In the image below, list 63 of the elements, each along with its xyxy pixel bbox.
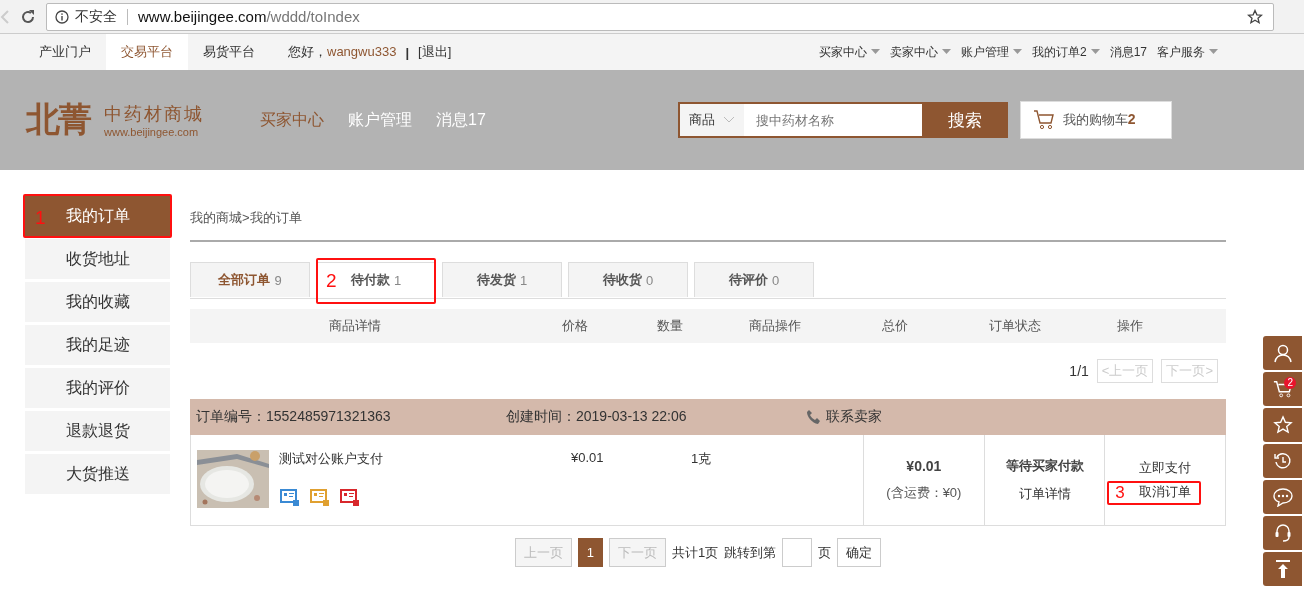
column-header: 商品详情 xyxy=(328,317,382,335)
product-name[interactable]: 测试对公账户支付 xyxy=(279,450,479,468)
price-text: ¥0.01 xyxy=(571,450,605,467)
column-header: 商品操作 xyxy=(748,317,802,335)
greeting-text: 您好，wangwu333 xyxy=(288,43,397,61)
cart-button[interactable]: 我的购物车2 xyxy=(1019,101,1172,139)
top-menu[interactable]: 客户服务 xyxy=(1157,43,1218,61)
annotation-number: 1 xyxy=(35,208,46,227)
logout-link[interactable]: [退出] xyxy=(418,43,452,61)
top-menu[interactable]: 买家中心 xyxy=(818,43,880,61)
top-link[interactable]: 产业门户 xyxy=(24,34,106,70)
security-label: 不安全 xyxy=(75,7,117,26)
column-header: 数量 xyxy=(656,317,684,335)
sidebar-item[interactable]: 我的评价 xyxy=(25,368,170,408)
sidebar-item[interactable]: 我的收藏 xyxy=(25,282,170,322)
top-link[interactable]: 交易平台 xyxy=(106,34,188,70)
address-bar[interactable]: 不安全 www.beijingee.com/wddd/toIndex xyxy=(46,2,1274,31)
sidebar-item[interactable]: 我的足迹 xyxy=(25,325,170,365)
top-menu[interactable]: 消息17 xyxy=(1109,43,1147,61)
jump-label: 跳转到第 xyxy=(724,543,777,562)
column-header: 总价 xyxy=(881,317,909,335)
column-header: 操作 xyxy=(1116,317,1144,335)
shipping-text: (含运费：¥0) xyxy=(886,484,962,502)
logo-name: 中药材商城 xyxy=(104,103,204,126)
annotation-number: 2 xyxy=(326,271,337,290)
tab[interactable]: 待评价 0 xyxy=(694,262,814,297)
confirm-button[interactable]: 确定 xyxy=(837,538,882,567)
order-number: 订单编号：1552485971321363 xyxy=(196,408,392,426)
separator-text: | xyxy=(405,44,410,60)
column-header: 价格 xyxy=(561,317,589,335)
page-number-button[interactable]: 1 xyxy=(577,538,603,567)
order-created: 创建时间：2019-03-13 22:06 xyxy=(506,408,688,426)
annotation-number: 3 xyxy=(1115,484,1125,501)
top-menu[interactable]: 账户管理 xyxy=(960,43,1022,61)
logo-url: www.beijingee.com xyxy=(104,126,200,138)
sidebar-item[interactable]: 退款退货 xyxy=(25,411,170,451)
category-dropdown[interactable]: 商品 xyxy=(677,102,744,138)
search-button[interactable]: 搜索 xyxy=(921,102,1008,138)
order-action-link[interactable]: 取消订单 xyxy=(1139,484,1192,499)
sidebar-item[interactable]: 收货地址 xyxy=(25,239,170,279)
cart-button[interactable]: 2 xyxy=(1263,372,1302,406)
cart-count-badge: 2 xyxy=(1284,377,1296,389)
url-text: www.beijingee.com/wddd/toIndex xyxy=(138,8,360,25)
tab[interactable]: 待收货 0 xyxy=(568,262,688,297)
order-detail-link[interactable]: 订单详情 xyxy=(1018,485,1071,503)
tab[interactable]: 全部订单 9 xyxy=(190,262,310,297)
contact-seller-link[interactable]: 联系卖家 xyxy=(806,408,882,426)
quantity-text: 1克 xyxy=(691,450,712,468)
order-status: 等待买家付款 xyxy=(1005,457,1084,475)
tab[interactable]: 待发货 1 xyxy=(442,262,562,297)
column-header: 订单状态 xyxy=(988,317,1042,335)
search-field[interactable]: 搜中药材名称 xyxy=(743,102,922,138)
top-link[interactable]: 易货平台 xyxy=(188,34,270,70)
total-price: ¥0.01 xyxy=(906,458,942,474)
order-action-link[interactable]: 立即支付 xyxy=(1139,460,1192,475)
page-total-text: 共计1页 xyxy=(671,543,719,562)
logo-mark: 北菁 xyxy=(26,99,90,140)
breadcrumb: 我的商城>我的订单 xyxy=(190,196,1226,242)
top-menu[interactable]: 卖家中心 xyxy=(889,43,951,61)
top-menu[interactable]: 我的订单2 xyxy=(1031,43,1100,61)
page-indicator: 1/1 xyxy=(1069,363,1089,379)
page-unit-label: 页 xyxy=(818,543,832,562)
sidebar-item[interactable]: 大货推送 xyxy=(25,454,170,494)
